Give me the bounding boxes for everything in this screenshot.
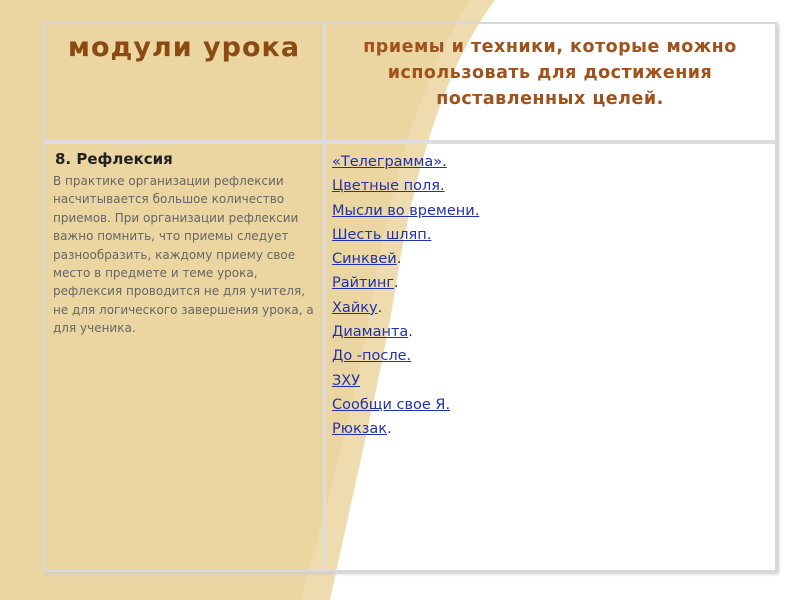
- technique-item: Сообщи свое Я.: [332, 393, 479, 417]
- technique-item: Диаманта.: [332, 320, 479, 344]
- technique-link[interactable]: Хайку: [332, 300, 378, 316]
- technique-suffix: .: [387, 421, 392, 438]
- technique-link[interactable]: Цветные поля.: [332, 178, 445, 194]
- technique-item: Мысли во времени.: [332, 199, 479, 223]
- technique-suffix: .: [408, 324, 413, 341]
- technique-item: Райтинг.: [332, 271, 479, 295]
- technique-link[interactable]: Райтинг: [332, 275, 394, 291]
- technique-item: Рюкзак.: [332, 417, 479, 441]
- row-divider: [45, 140, 775, 144]
- technique-item: Шесть шляп.: [332, 223, 479, 247]
- technique-link[interactable]: Диаманта: [332, 324, 408, 340]
- technique-link[interactable]: До -после.: [332, 348, 411, 364]
- technique-item: «Телеграмма».: [332, 150, 479, 174]
- technique-item: До -после.: [332, 344, 479, 368]
- lesson-table: модули урока приемы и техники, которые м…: [43, 22, 777, 572]
- technique-suffix: .: [396, 251, 402, 268]
- technique-item: Синквей.: [332, 247, 479, 271]
- section-title: 8. Рефлексия: [55, 150, 173, 168]
- techniques-list: «Телеграмма». Цветные поля. Мысли во време…: [332, 150, 479, 442]
- column-divider: [323, 24, 326, 570]
- section-description: В практике организации рефлексии насчиты…: [53, 174, 314, 336]
- technique-suffix: .: [394, 275, 399, 292]
- technique-link[interactable]: ЗХУ: [332, 373, 360, 389]
- technique-link[interactable]: Сообщи свое Я.: [332, 397, 450, 413]
- technique-link[interactable]: «Телеграмма».: [332, 154, 447, 170]
- technique-item: Цветные поля.: [332, 174, 479, 198]
- technique-link[interactable]: Синквей: [332, 251, 397, 267]
- technique-item: ЗХУ: [332, 369, 479, 393]
- technique-suffix: .: [377, 299, 383, 316]
- header-techniques: приемы и техники, которые можно использо…: [363, 37, 737, 109]
- technique-link[interactable]: Мысли во времени.: [332, 203, 479, 219]
- technique-link[interactable]: Рюкзак: [332, 421, 387, 437]
- header-modules: модули урока: [67, 32, 301, 63]
- technique-item: Хайку.: [332, 296, 479, 320]
- technique-link[interactable]: Шесть шляп.: [332, 227, 431, 243]
